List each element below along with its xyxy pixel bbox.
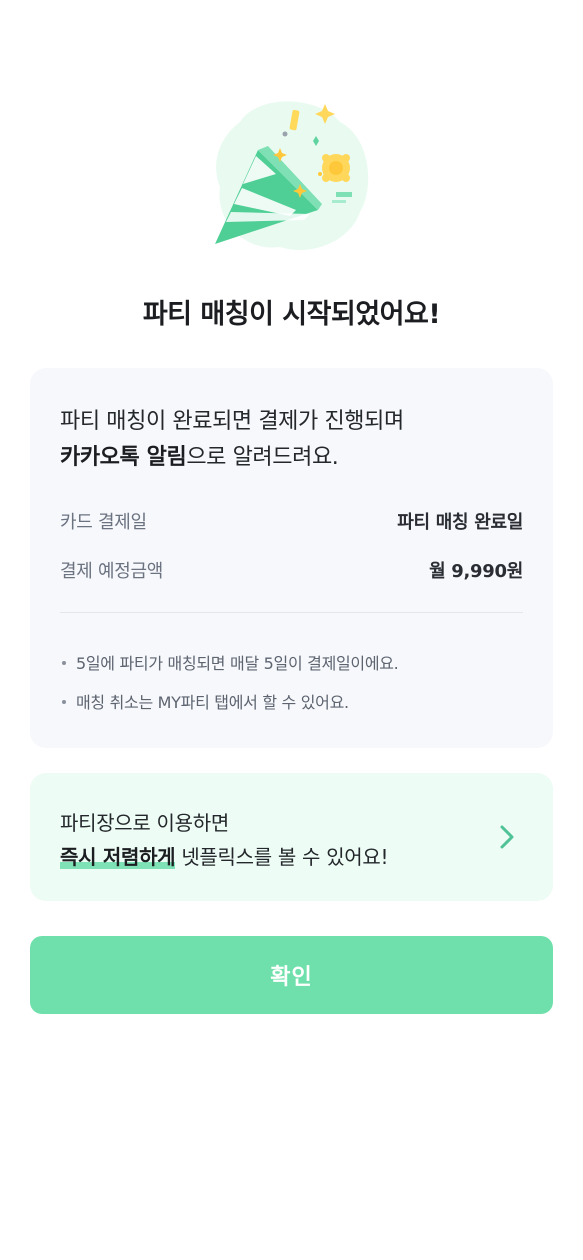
payment-date-value: 파티 매칭 완료일: [397, 512, 523, 533]
payment-info-card: 파티 매칭이 완료되면 결제가 진행되며 카카오톡 알림으로 알려드려요. 카드…: [30, 368, 553, 748]
payment-date-label: 카드 결제일: [60, 512, 147, 533]
note-item: 매칭 취소는 MY파티 탭에서 할 수 있어요.: [60, 689, 523, 713]
info-message: 파티 매칭이 완료되면 결제가 진행되며 카카오톡 알림으로 알려드려요.: [60, 404, 530, 476]
payment-amount-row: 결제 예정금액 월 9,990원: [60, 557, 523, 583]
bullet-icon: [62, 699, 66, 704]
divider: [60, 612, 523, 613]
info-message-rest: 으로 알려드려요.: [186, 445, 339, 470]
hero-illustration: [0, 92, 583, 262]
promo-highlight: 즉시 저렴하게: [60, 845, 176, 869]
promo-line2: 즉시 저렴하게 넷플릭스를 볼 수 있어요!: [60, 841, 389, 870]
note-text: 매칭 취소는 MY파티 탭에서 할 수 있어요.: [76, 693, 349, 712]
party-popper-icon: [215, 101, 369, 251]
note-text: 5일에 파티가 매칭되면 매달 5일이 결제일이에요.: [76, 654, 399, 673]
info-message-line1: 파티 매칭이 완료되면 결제가 진행되며: [60, 409, 404, 434]
note-item: 5일에 파티가 매칭되면 매달 5일이 결제일이에요.: [60, 650, 523, 674]
confirm-button[interactable]: 확인: [30, 936, 553, 1014]
bullet-icon: [62, 660, 66, 665]
chevron-right-icon: [500, 825, 514, 849]
info-message-bold: 카카오톡 알림: [60, 445, 187, 470]
promo-line1: 파티장으로 이용하면: [60, 811, 229, 835]
payment-amount-value: 월 9,990원: [429, 561, 523, 582]
payment-amount-label: 결제 예정금액: [60, 561, 163, 582]
party-leader-promo-banner[interactable]: 파티장으로 이용하면 즉시 저렴하게 넷플릭스를 볼 수 있어요!: [30, 773, 553, 901]
page-title: 파티 매칭이 시작되었어요!: [142, 299, 441, 330]
payment-date-row: 카드 결제일 파티 매칭 완료일: [60, 508, 523, 534]
promo-line2-rest: 넷플릭스를 볼 수 있어요!: [175, 845, 389, 869]
